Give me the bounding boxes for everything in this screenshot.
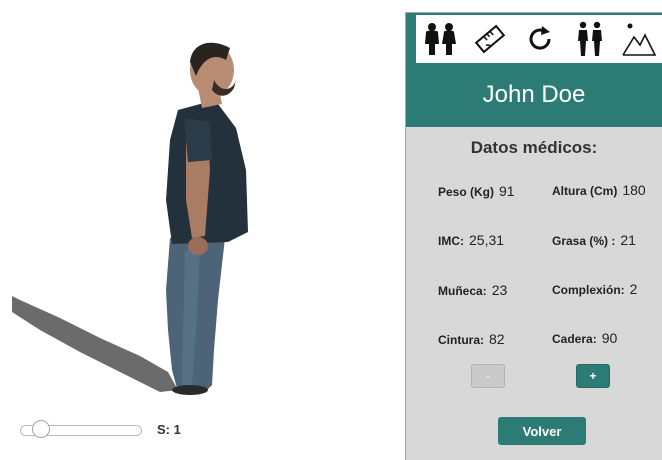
section-title: Datos médicos:	[470, 138, 598, 157]
field-altura: Altura (Cm) 180	[552, 182, 646, 198]
field-label: Cintura:	[438, 333, 484, 347]
field-imc: IMC: 25,31	[438, 232, 504, 248]
field-value: 82	[489, 331, 505, 347]
ruler-icon[interactable]	[470, 19, 510, 59]
field-value: 90	[601, 330, 618, 346]
terrain-icon[interactable]	[619, 19, 659, 59]
field-grasa: Grasa (%) : 21	[552, 232, 636, 248]
field-value: 180	[622, 182, 646, 198]
person-3d-model[interactable]	[0, 0, 400, 410]
body-front-back-icon[interactable]	[570, 19, 610, 59]
field-cadera: Cadera: 90	[552, 330, 617, 346]
field-label: IMC:	[438, 234, 464, 248]
field-label: Complexión:	[552, 283, 625, 297]
field-cintura: Cintura: 82	[438, 331, 505, 347]
medical-data-panel: John Doe Datos médicos: Peso (Kg) 91 Altu…	[405, 12, 662, 460]
back-button[interactable]: Volver	[498, 417, 586, 445]
rotate-icon[interactable]	[520, 19, 560, 59]
field-muneca: Muñeca: 23	[438, 282, 507, 298]
field-value: 23	[491, 282, 508, 298]
field-complexion: Complexión: 2	[552, 281, 637, 297]
field-label: Grasa (%) :	[552, 234, 616, 248]
scale-label: S: 1	[157, 422, 181, 437]
field-value: 91	[499, 183, 515, 199]
field-value: 2	[629, 281, 638, 297]
field-value: 21	[620, 232, 636, 248]
field-peso: Peso (Kg) 91	[438, 183, 515, 199]
body-compare-icon[interactable]	[421, 19, 461, 59]
increase-button[interactable]: +	[576, 364, 610, 388]
model-viewport[interactable]: S: 1	[0, 0, 400, 460]
toolbar	[416, 15, 662, 63]
patient-name: John Doe	[482, 81, 586, 108]
field-label: Altura (Cm)	[552, 184, 618, 198]
field-value: 25,31	[469, 232, 505, 248]
panel-header: John Doe	[406, 13, 662, 127]
field-label: Muñeca:	[438, 284, 487, 298]
model-shadow	[12, 296, 178, 392]
field-label: Peso (Kg)	[438, 185, 495, 199]
scale-slider-row: S: 1	[20, 420, 260, 440]
field-label: Cadera:	[552, 332, 597, 346]
app-window: S: 1 John Doe Datos médicos: Peso (Kg) 9…	[0, 0, 662, 460]
decrease-button[interactable]: -	[471, 364, 505, 388]
